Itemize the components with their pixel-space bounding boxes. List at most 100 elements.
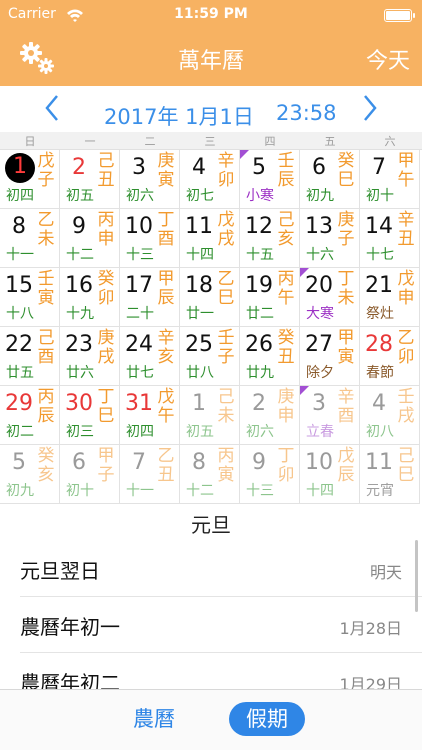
day-number: 2 [252, 391, 266, 416]
lunar-day-label: 大寒 [306, 306, 334, 322]
day-cell[interactable]: 6 癸巳 初九 [300, 150, 360, 209]
day-cell[interactable]: 3 辛酉 立春 [300, 386, 360, 445]
day-number: 4 [192, 155, 206, 180]
today-button[interactable]: 今天 [366, 43, 410, 75]
day-cell[interactable]: 20 丁未 大寒 [300, 268, 360, 327]
day-cell[interactable]: 26 癸丑 廿九 [240, 327, 300, 386]
day-number: 13 [305, 214, 333, 239]
holiday-name: 元旦翌日 [20, 559, 100, 583]
day-cell[interactable]: 15 壬寅 十八 [0, 268, 60, 327]
day-number: 9 [72, 214, 86, 239]
holiday-date: 明天 [369, 563, 402, 582]
lunar-day-label: 廿二 [246, 306, 274, 322]
day-cell[interactable]: 31 戊午 初四 [120, 386, 180, 445]
lunar-day-label: 二十 [126, 306, 154, 322]
day-number: 6 [72, 450, 86, 475]
day-number: 18 [185, 273, 213, 298]
day-cell[interactable]: 24 辛亥 廿七 [120, 327, 180, 386]
day-number: 24 [125, 332, 153, 357]
day-number: 1 [192, 391, 206, 416]
lunar-day-label: 十四 [186, 247, 214, 263]
day-cell[interactable]: 5 癸亥 初九 [0, 445, 60, 504]
lunar-day-label: 廿五 [6, 365, 34, 381]
day-cell[interactable]: 29 丙辰 初二 [0, 386, 60, 445]
day-number: 6 [312, 155, 326, 180]
day-cell[interactable]: 23 庚戌 廿六 [60, 327, 120, 386]
day-number: 8 [192, 450, 206, 475]
day-cell[interactable]: 8 乙未 十一 [0, 209, 60, 268]
day-cell[interactable]: 30 丁巳 初三 [60, 386, 120, 445]
day-cell[interactable]: 7 乙丑 十一 [120, 445, 180, 504]
day-cell[interactable]: 14 辛丑 十七 [360, 209, 420, 268]
lunar-day-label: 除夕 [306, 365, 334, 381]
day-cell[interactable]: 2 己丑 初五 [60, 150, 120, 209]
lunar-day-label: 初五 [66, 188, 94, 204]
day-number: 14 [365, 214, 393, 239]
day-cell[interactable]: 18 乙巳 廿一 [180, 268, 240, 327]
lunar-day-label: 初十 [366, 188, 394, 204]
day-cell[interactable]: 28 乙卯 春節 [360, 327, 420, 386]
chevron-right-icon[interactable] [362, 94, 378, 130]
day-cell[interactable]: 4 壬戌 初八 [360, 386, 420, 445]
day-cell[interactable]: 4 辛卯 初七 [180, 150, 240, 209]
day-cell[interactable]: 7 甲午 初十 [360, 150, 420, 209]
holiday-panel-header: 元旦 [0, 505, 422, 541]
day-cell[interactable]: 17 甲辰 二十 [120, 268, 180, 327]
day-cell[interactable]: 27 甲寅 除夕 [300, 327, 360, 386]
lunar-day-label: 十二 [186, 483, 214, 499]
day-number: 11 [365, 450, 393, 475]
calendar-grid: 1 戊子 初四 2 己丑 初五 3 庚寅 初六 4 辛卯 初七 5 壬辰 小寒 6 癸巳 初九 7 甲午 初十 8 乙未 十一… [0, 150, 422, 505]
lunar-day-label: 初八 [366, 424, 394, 440]
current-date-label[interactable]: 2017年 1月1日 [104, 101, 254, 131]
lunar-day-label: 十一 [126, 483, 154, 499]
day-cell[interactable]: 9 丁卯 十三 [240, 445, 300, 504]
day-cell[interactable]: 22 己酉 廿五 [0, 327, 60, 386]
day-cell[interactable]: 9 丙申 十二 [60, 209, 120, 268]
day-cell[interactable]: 8 丙寅 十二 [180, 445, 240, 504]
day-cell[interactable]: 19 丙午 廿二 [240, 268, 300, 327]
holiday-row[interactable]: 農曆年初一 1月28日 [0, 597, 422, 653]
day-cell[interactable]: 11 戊戌 十四 [180, 209, 240, 268]
day-cell[interactable]: 1 戊子 初四 [0, 150, 60, 209]
day-cell[interactable]: 25 壬子 廿八 [180, 327, 240, 386]
chevron-left-icon[interactable] [44, 94, 60, 130]
day-number: 7 [132, 450, 146, 475]
day-cell[interactable]: 21 戊申 祭灶 [360, 268, 420, 327]
day-cell[interactable]: 11 己巳 元宵 [360, 445, 420, 504]
day-cell[interactable]: 6 甲子 初十 [60, 445, 120, 504]
nav-bar: 萬年曆 今天 [0, 30, 422, 86]
scrollbar[interactable] [415, 540, 418, 612]
day-cell[interactable]: 16 癸卯 十九 [60, 268, 120, 327]
day-number: 11 [185, 214, 213, 239]
holiday-row[interactable]: 元旦翌日 明天 [0, 541, 422, 597]
day-cell[interactable]: 12 己亥 十五 [240, 209, 300, 268]
day-number: 12 [245, 214, 273, 239]
day-cell[interactable]: 13 庚子 十六 [300, 209, 360, 268]
lunar-day-label: 十六 [306, 247, 334, 263]
clock-label: 11:59 PM [174, 6, 248, 22]
lunar-day-label: 初四 [6, 188, 34, 204]
day-cell[interactable]: 2 庚申 初六 [240, 386, 300, 445]
tab-holidays[interactable]: 假期 [229, 702, 305, 736]
day-cell[interactable]: 1 己未 初五 [180, 386, 240, 445]
day-number: 9 [252, 450, 266, 475]
day-number: 5 [252, 155, 266, 180]
day-number: 7 [372, 155, 386, 180]
day-cell[interactable]: 5 壬辰 小寒 [240, 150, 300, 209]
lunar-day-label: 初九 [6, 483, 34, 499]
day-number: 20 [305, 273, 333, 298]
lunar-day-label: 十一 [6, 247, 34, 263]
lunar-day-label: 十二 [66, 247, 94, 263]
tab-lunar[interactable]: 農曆 [118, 702, 190, 736]
day-cell[interactable]: 10 丁酉 十三 [120, 209, 180, 268]
day-number: 22 [5, 332, 33, 357]
lunar-day-label: 立春 [306, 424, 334, 440]
day-cell[interactable]: 3 庚寅 初六 [120, 150, 180, 209]
lunar-day-label: 廿九 [246, 365, 274, 381]
lunar-day-label: 十三 [246, 483, 274, 499]
holiday-row[interactable]: 農曆年初二 1月29日 [0, 653, 422, 689]
app-title: 萬年曆 [177, 49, 244, 74]
weekday-label: 二 [144, 135, 156, 148]
day-cell[interactable]: 10 戊辰 十四 [300, 445, 360, 504]
weekday-label: 一 [84, 135, 96, 148]
